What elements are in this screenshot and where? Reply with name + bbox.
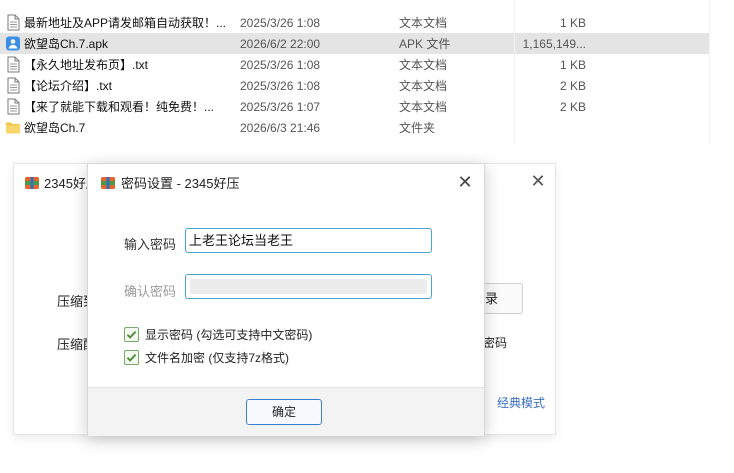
text-file-icon <box>5 98 21 115</box>
password-option-label: 密码 <box>483 336 508 350</box>
confirm-password-input[interactable] <box>185 274 432 299</box>
column-divider <box>709 0 710 145</box>
dialog-title-text: 密码设置 - 2345好压 <box>121 176 240 191</box>
file-type: APK 文件 <box>399 37 451 51</box>
file-name: 【永久地址发布页】.txt <box>24 58 149 72</box>
file-size: 1 KB <box>559 58 586 72</box>
file-row[interactable]: 【永久地址发布页】.txt 2025/3/26 1:08 文本文档 1 KB <box>0 54 734 75</box>
file-size: 1,165,149... <box>522 37 586 51</box>
password-label: 输入密码 <box>124 237 177 252</box>
password-dialog: 密码设置 - 2345好压 ✕ 输入密码 确认密码 显示密码 (勾选可支持中文密… <box>87 163 485 436</box>
file-type: 文本文档 <box>399 100 448 114</box>
file-date: 2025/3/26 1:08 <box>240 58 321 72</box>
folder-row[interactable]: 欲望岛Ch.7 2026/6/3 21:46 文件夹 <box>0 117 734 138</box>
haozip-logo-icon <box>24 175 40 191</box>
file-date: 2025/3/26 1:08 <box>240 79 321 93</box>
file-row[interactable]: 最新地址及APP请发邮箱自动获取！... 2025/3/26 1:08 文本文档… <box>0 12 734 33</box>
encrypt-filenames-checkbox[interactable]: 文件名加密 (仅支持7z格式) <box>124 350 289 366</box>
browse-button[interactable]: 录 <box>485 283 523 314</box>
file-date: 2026/6/2 22:00 <box>240 37 321 51</box>
column-divider <box>514 0 515 145</box>
ok-button[interactable]: 确定 <box>246 399 322 425</box>
text-file-icon <box>5 56 21 73</box>
show-password-label: 显示密码 (勾选可支持中文密码) <box>145 328 313 342</box>
file-date: 2025/3/26 1:08 <box>240 16 321 30</box>
dialog-title: 密码设置 - 2345好压 <box>100 175 239 193</box>
file-date: 2026/6/3 21:46 <box>240 121 321 135</box>
file-name: 【来了就能下载和观看！纯免费！... <box>24 100 215 114</box>
close-icon[interactable]: ✕ <box>529 172 547 190</box>
encrypt-filenames-label: 文件名加密 (仅支持7z格式) <box>145 351 290 365</box>
file-list: 最新地址及APP请发邮箱自动获取！... 2025/3/26 1:08 文本文档… <box>0 0 734 145</box>
file-type: 文本文档 <box>399 79 448 93</box>
folder-icon <box>5 119 21 136</box>
show-password-checkbox[interactable]: 显示密码 (勾选可支持中文密码) <box>124 327 312 343</box>
text-file-icon <box>5 77 21 94</box>
text-file-icon <box>5 14 21 31</box>
password-input[interactable] <box>185 228 432 253</box>
classic-mode-link[interactable]: 经典模式 <box>497 394 545 411</box>
file-type: 文件夹 <box>399 121 436 135</box>
file-size <box>500 120 586 136</box>
file-name: 最新地址及APP请发邮箱自动获取！... <box>24 16 227 30</box>
file-row-selected[interactable]: 欲望岛Ch.7.apk 2026/6/2 22:00 APK 文件 1,165,… <box>0 33 734 54</box>
file-size: 2 KB <box>559 79 586 93</box>
file-size: 2 KB <box>559 100 586 114</box>
checkbox-checked-icon <box>124 327 139 342</box>
confirm-password-label: 确认密码 <box>124 284 177 299</box>
file-row[interactable]: 【论坛介绍】.txt 2025/3/26 1:08 文本文档 2 KB <box>0 75 734 96</box>
close-icon[interactable]: ✕ <box>455 172 475 192</box>
file-name: 【论坛介绍】.txt <box>24 79 113 93</box>
file-type: 文本文档 <box>399 16 448 30</box>
file-date: 2025/3/26 1:07 <box>240 100 321 114</box>
checkbox-checked-icon <box>124 350 139 365</box>
file-row[interactable]: 【来了就能下载和观看！纯免费！... 2025/3/26 1:07 文本文档 2… <box>0 96 734 117</box>
file-type: 文本文档 <box>399 58 448 72</box>
apk-file-icon <box>5 35 21 52</box>
file-size: 1 KB <box>559 16 586 30</box>
haozip-logo-icon <box>100 175 116 191</box>
file-name: 欲望岛Ch.7 <box>24 121 86 135</box>
file-name: 欲望岛Ch.7.apk <box>24 37 109 51</box>
